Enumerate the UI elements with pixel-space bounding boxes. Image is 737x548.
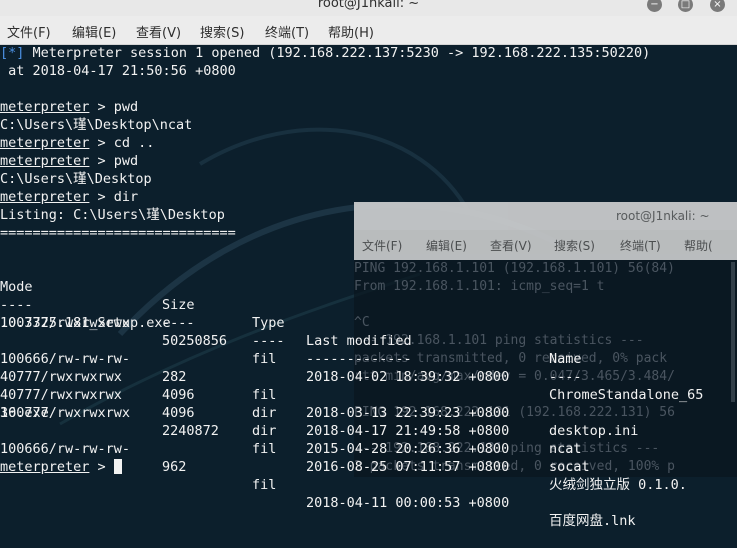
title-bar: root@J1nkali: ~ − □ × [0, 0, 737, 16]
cell-name: socat [549, 459, 590, 475]
cell-name-wrap: 36.exe [0, 405, 49, 421]
window-title: root@J1nkali: ~ [317, 0, 420, 11]
cell-name: 火绒剑独立版 0.1.0. [549, 477, 687, 493]
cell-type: dir [252, 405, 277, 421]
prompt-separator: > [89, 99, 114, 115]
command-line: meterpreter > pwd [0, 98, 138, 116]
command-text: pwd [113, 99, 139, 115]
header-type: Type [252, 315, 285, 331]
command-output: C:\Users\瑾\Desktop [0, 171, 152, 187]
cell-name: ncat [549, 441, 582, 457]
table-row: 100666/rw-rw-rw- 962 fil 2018-04-11 00:0… [0, 422, 737, 529]
cell-size: 4096 [162, 405, 195, 421]
command-line: meterpreter > cd .. [0, 134, 154, 152]
prompt: meterpreter [0, 189, 90, 205]
listing-separator: ============================= [0, 225, 236, 241]
session-status-tag: [*] [0, 45, 25, 61]
table-row: 100777/rwxrwxrwx 50250856 fil 2018-04-02… [0, 296, 737, 403]
prompt-separator: > [89, 135, 114, 151]
cell-type: fil [252, 441, 277, 457]
cell-modified: 2018-04-11 00:00:53 +0800 [306, 495, 510, 511]
prompt: meterpreter [0, 135, 90, 151]
command-text: dir [113, 189, 139, 205]
table-row: 40777/rwxrwxrwx 4096 dir 2018-04-17 21:4… [0, 350, 737, 457]
table-row: 40777/rwxrwxrwx 4096 dir 2015-04-28 20:2… [0, 368, 737, 475]
cell-name: 百度网盘.lnk [549, 513, 636, 529]
command-output: C:\Users\瑾\Desktop\ncat [0, 117, 193, 133]
listing-underline-row: ---- ---- ---- ------------- ---- [0, 278, 737, 385]
text-cursor [113, 459, 122, 474]
cell-modified: 2016-08-25 07:11:57 +0800 [306, 459, 510, 475]
cell-name-wrap: .0.3325.181_Setup.exe [0, 315, 171, 331]
prompt-separator: > [89, 459, 114, 475]
prompt-separator: > [89, 153, 114, 169]
menu-search[interactable]: 搜索(S) [200, 22, 244, 41]
table-row: 100666/rw-rw-rw- 282 fil 2018-03-13 22:3… [0, 332, 737, 439]
session-line-2: at 2018-04-17 21:50:56 +0800 [0, 63, 236, 79]
menu-edit[interactable]: 编辑(E) [72, 22, 116, 41]
menu-help[interactable]: 帮助(H) [328, 22, 374, 41]
active-prompt-line[interactable]: meterpreter > [0, 458, 122, 476]
table-row: 100777/rwxrwxrwx 2240872 fil 2016-08-25 … [0, 386, 737, 493]
menu-bar: 文件(F) 编辑(E) 查看(V) 搜索(S) 终端(T) 帮助(H) [0, 16, 737, 45]
menu-view[interactable]: 查看(V) [136, 22, 181, 41]
prompt-separator: > [89, 189, 114, 205]
listing-header-row: Mode Size Type Last modified Name [0, 260, 737, 367]
menu-file[interactable]: 文件(F) [7, 22, 51, 41]
cell-modified: 2018-03-13 22:39:23 +0800 [306, 405, 510, 421]
cell-modified: 2015-04-28 20:26:36 +0800 [306, 441, 510, 457]
terminal-output[interactable]: [*] Meterpreter session 1 opened (192.16… [0, 44, 737, 529]
command-text: cd .. [113, 135, 155, 151]
prompt: meterpreter [0, 99, 90, 115]
listing-title: Listing: C:\Users\瑾\Desktop [0, 207, 225, 223]
command-line: meterpreter > dir [0, 188, 138, 206]
prompt: meterpreter [0, 153, 90, 169]
session-line-1: [*] Meterpreter session 1 opened (192.16… [0, 44, 650, 62]
command-line: meterpreter > pwd [0, 152, 138, 170]
command-text: pwd [113, 153, 139, 169]
cell-mode: 100666/rw-rw-rw- [0, 441, 131, 457]
cell-size: 962 [162, 459, 187, 475]
cell-type: fil [252, 477, 277, 493]
session-opened-text: Meterpreter session 1 opened (192.168.22… [24, 45, 651, 61]
prompt: meterpreter [0, 459, 90, 475]
menu-terminal[interactable]: 终端(T) [265, 22, 309, 41]
